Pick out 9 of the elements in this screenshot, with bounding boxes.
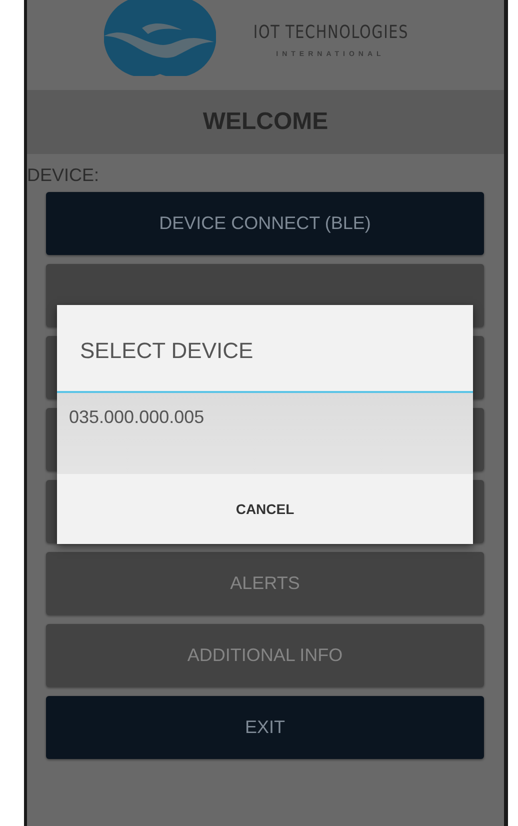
menu-button[interactable]: ADDITIONAL INFO — [46, 624, 484, 687]
cancel-button[interactable]: CANCEL — [226, 493, 304, 525]
logo-icon — [104, 0, 216, 76]
brand-name: IOT TECHNOLOGIES — [252, 22, 408, 43]
menu-button[interactable]: EXIT — [46, 696, 484, 759]
menu-button[interactable]: ALERTS — [46, 552, 484, 615]
menu-button[interactable]: DEVICE CONNECT (BLE) — [46, 192, 484, 255]
section-label: DEVICE: — [27, 164, 100, 186]
dialog-title: SELECT DEVICE — [79, 337, 254, 365]
